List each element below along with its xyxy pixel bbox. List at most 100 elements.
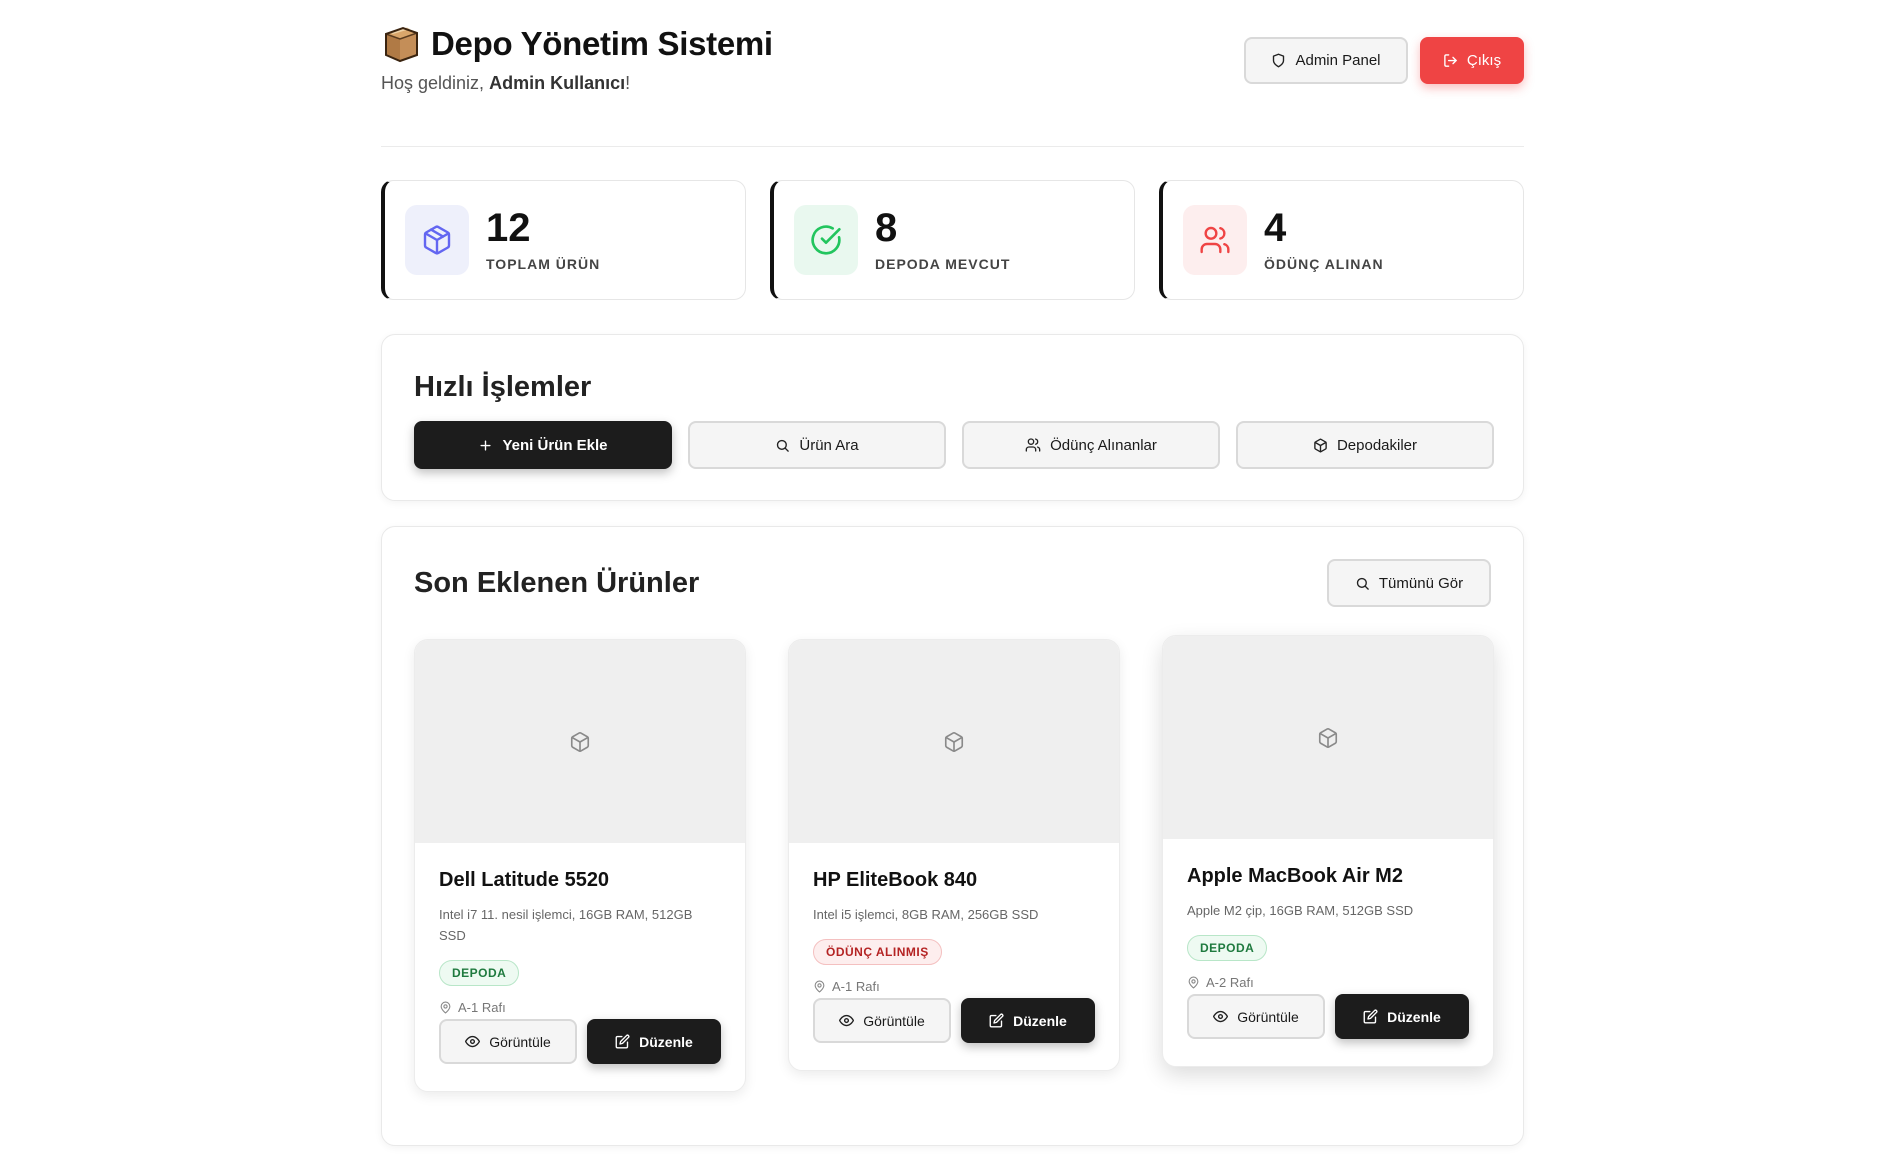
package-emoji-icon xyxy=(381,24,421,64)
stat-card-total: 12 TOPLAM ÜRÜN xyxy=(381,180,746,300)
box-icon xyxy=(405,205,469,275)
edit-button[interactable]: Düzenle xyxy=(586,1019,721,1064)
location-label: A-2 Rafı xyxy=(1206,975,1254,990)
box-icon xyxy=(569,731,591,753)
admin-panel-label: Admin Panel xyxy=(1295,52,1381,69)
quick-actions-panel: Hızlı İşlemler Yeni Ürün Ekle Ürün Ara Ö… xyxy=(381,334,1524,501)
users-icon xyxy=(1025,437,1041,453)
location-label: A-1 Rafı xyxy=(832,979,880,994)
product-description: Intel i7 11. nesil işlemci, 16GB RAM, 51… xyxy=(439,907,693,943)
see-all-label: Tümünü Gör xyxy=(1378,574,1464,592)
location-label: A-1 Rafı xyxy=(458,1000,506,1015)
stats-row: 12 TOPLAM ÜRÜN 8 DEPODA MEVCUT 4 ÖDÜNÇ A… xyxy=(381,180,1524,300)
in-stock-label: Depodakiler xyxy=(1336,436,1418,454)
edit-icon xyxy=(989,1013,1004,1028)
recent-products-panel: Son Eklenen Ürünler Tümünü Gör Dell Lati… xyxy=(381,526,1524,1146)
admin-panel-button[interactable]: Admin Panel xyxy=(1244,37,1408,84)
view-label: Görüntüle xyxy=(1237,1008,1299,1025)
borrowed-items-button[interactable]: Ödünç Alınanlar xyxy=(962,421,1220,469)
edit-label: Düzenle xyxy=(1013,1012,1067,1029)
edit-button[interactable]: Düzenle xyxy=(960,998,1095,1043)
box-icon xyxy=(1317,727,1339,749)
map-pin-icon xyxy=(1187,976,1200,989)
product-location: A-1 Rafı xyxy=(813,979,1095,994)
box-icon xyxy=(943,731,965,753)
view-button[interactable]: Görüntüle xyxy=(439,1019,577,1064)
header-actions: Admin Panel Çıkış xyxy=(1244,37,1524,84)
quick-actions-title: Hızlı İşlemler xyxy=(414,371,592,403)
recent-products-title: Son Eklenen Ürünler xyxy=(414,567,700,599)
search-icon xyxy=(1355,576,1370,591)
quick-actions-row: Yeni Ürün Ekle Ürün Ara Ödünç Alınanlar … xyxy=(414,421,1494,469)
box-icon xyxy=(1313,438,1328,453)
status-badge: ÖDÜNÇ ALINMIŞ xyxy=(813,939,942,965)
product-actions: Görüntüle Düzenle xyxy=(1187,994,1469,1039)
product-image-placeholder xyxy=(789,640,1119,843)
search-product-button[interactable]: Ürün Ara xyxy=(688,421,946,469)
edit-icon xyxy=(1363,1009,1378,1024)
product-actions: Görüntüle Düzenle xyxy=(439,1019,721,1064)
map-pin-icon xyxy=(439,1001,452,1014)
product-actions: Görüntüle Düzenle xyxy=(813,998,1095,1043)
add-product-label: Yeni Ürün Ekle xyxy=(502,436,608,454)
welcome-text: Hoş geldiniz, Admin Kullanıcı! xyxy=(381,73,630,94)
eye-icon xyxy=(1213,1009,1229,1024)
status-badge: DEPODA xyxy=(439,960,520,986)
check-circle-icon xyxy=(794,205,858,275)
shield-icon xyxy=(1271,53,1286,68)
logout-icon xyxy=(1443,53,1458,68)
status-badge: DEPODA xyxy=(1187,935,1268,961)
search-product-label: Ürün Ara xyxy=(799,436,859,454)
page-title: Depo Yönetim Sistemi xyxy=(431,25,773,62)
plus-icon xyxy=(478,438,493,453)
user-name: Admin Kullanıcı xyxy=(489,73,626,93)
stat-value: 4 xyxy=(1264,206,1287,250)
stat-label: DEPODA MEVCUT xyxy=(875,256,1011,272)
title-row: Depo Yönetim Sistemi xyxy=(381,24,773,64)
map-pin-icon xyxy=(813,980,826,993)
product-card[interactable]: Apple MacBook Air M2 Apple M2 çip, 16GB … xyxy=(1162,635,1494,1067)
stat-value: 8 xyxy=(875,206,898,250)
stat-card-available: 8 DEPODA MEVCUT xyxy=(770,180,1135,300)
search-icon xyxy=(775,438,790,453)
product-description: Apple M2 çip, 16GB RAM, 512GB SSD xyxy=(1187,903,1414,918)
stat-label: TOPLAM ÜRÜN xyxy=(486,256,601,272)
logout-label: Çıkış xyxy=(1466,52,1502,69)
product-name: Dell Latitude 5520 xyxy=(439,869,610,891)
product-name: Apple MacBook Air M2 xyxy=(1187,865,1403,887)
page-container: Depo Yönetim Sistemi Hoş geldiniz, Admin… xyxy=(381,0,1524,1146)
users-icon xyxy=(1183,205,1247,275)
edit-label: Düzenle xyxy=(1387,1008,1441,1025)
product-card[interactable]: Dell Latitude 5520 Intel i7 11. nesil iş… xyxy=(414,639,746,1092)
stat-label: ÖDÜNÇ ALINAN xyxy=(1264,256,1384,272)
page-header: Depo Yönetim Sistemi Hoş geldiniz, Admin… xyxy=(381,0,1524,147)
welcome-suffix: ! xyxy=(625,73,631,93)
borrowed-items-label: Ödünç Alınanlar xyxy=(1050,436,1157,454)
view-label: Görüntüle xyxy=(863,1012,925,1029)
stat-value: 12 xyxy=(486,206,531,250)
stat-card-borrowed: 4 ÖDÜNÇ ALINAN xyxy=(1159,180,1524,300)
add-product-button[interactable]: Yeni Ürün Ekle xyxy=(414,421,672,469)
edit-button[interactable]: Düzenle xyxy=(1334,994,1469,1039)
product-card-body: Dell Latitude 5520 Intel i7 11. nesil iş… xyxy=(415,843,745,1064)
see-all-button[interactable]: Tümünü Gör xyxy=(1327,559,1491,607)
product-card[interactable]: HP EliteBook 840 Intel i5 işlemci, 8GB R… xyxy=(788,639,1120,1071)
product-card-body: HP EliteBook 840 Intel i5 işlemci, 8GB R… xyxy=(789,843,1119,1043)
product-card-body: Apple MacBook Air M2 Apple M2 çip, 16GB … xyxy=(1163,839,1493,1039)
view-label: Görüntüle xyxy=(489,1033,551,1050)
product-location: A-1 Rafı xyxy=(439,1000,721,1015)
product-image-placeholder xyxy=(1163,636,1493,839)
product-image-placeholder xyxy=(415,640,745,843)
edit-label: Düzenle xyxy=(639,1033,693,1050)
product-location: A-2 Rafı xyxy=(1187,975,1469,990)
product-name: HP EliteBook 840 xyxy=(813,869,978,891)
product-description: Intel i5 işlemci, 8GB RAM, 256GB SSD xyxy=(813,907,1039,922)
logout-button[interactable]: Çıkış xyxy=(1420,37,1524,84)
in-stock-button[interactable]: Depodakiler xyxy=(1236,421,1494,469)
edit-icon xyxy=(615,1034,630,1049)
welcome-prefix: Hoş geldiniz, xyxy=(381,73,485,93)
eye-icon xyxy=(839,1013,855,1028)
eye-icon xyxy=(465,1034,481,1049)
view-button[interactable]: Görüntüle xyxy=(813,998,951,1043)
view-button[interactable]: Görüntüle xyxy=(1187,994,1325,1039)
